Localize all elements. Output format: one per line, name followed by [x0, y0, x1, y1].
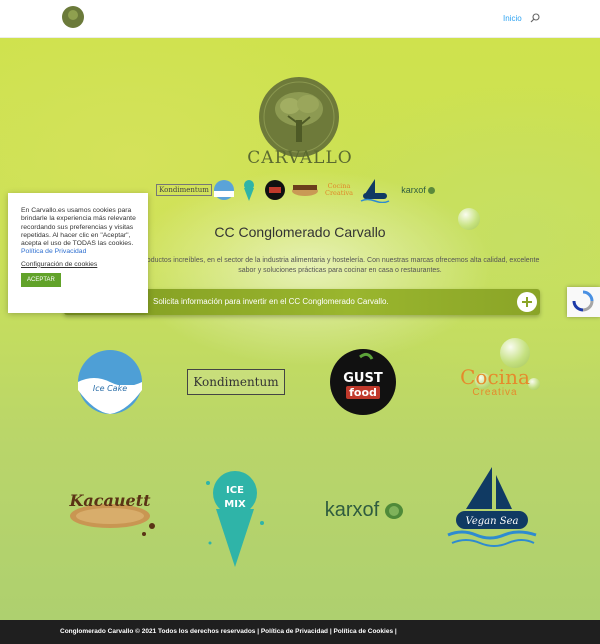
cookie-message: En Carvallo.es usamos cookies para brind… — [21, 207, 136, 248]
ice-cake-logo: Ice Cake — [78, 350, 142, 414]
vegan-sea-logo: Vegan Sea — [447, 467, 537, 547]
brand-name: Carvallo — [247, 148, 353, 168]
brand-tile-gust-food[interactable]: GUST food — [315, 340, 411, 424]
ice-cake-text: Ice Cake — [93, 384, 127, 393]
search-icon[interactable] — [530, 13, 540, 23]
plus-icon[interactable] — [517, 292, 537, 312]
carvallo-tree-logo — [259, 77, 339, 157]
brand-tile-ice-cream-mix[interactable]: ICE MIX — [190, 453, 280, 583]
strip-logo-ice-cream-mix[interactable] — [240, 176, 258, 204]
artichoke-icon — [427, 186, 435, 194]
vegan-sea-text: Vegan Sea — [466, 516, 519, 527]
gust-food-icon — [265, 180, 285, 200]
kondimentum-logo: Kondimentum — [187, 369, 285, 395]
gust-food-logo: GUST food — [330, 349, 396, 415]
brand-tile-vegan-sea[interactable]: Vegan Sea — [440, 458, 544, 558]
strip-logo-gust-food[interactable] — [262, 176, 288, 204]
artichoke-icon — [385, 503, 404, 519]
brand-tile-ice-cake[interactable]: Ice Cake — [62, 340, 158, 424]
ice-cream-mix-logo: ICE MIX — [206, 471, 264, 567]
mix-text: MIX — [224, 499, 246, 510]
site-logo[interactable] — [62, 6, 84, 28]
cookie-consent-banner: En Carvallo.es usamos cookies para brind… — [8, 193, 148, 313]
footer-text: Conglomerado Carvallo © 2021 Todos los d… — [60, 628, 397, 635]
hero-section: Carvallo Kondimentum — [0, 38, 600, 620]
gust-text: GUST — [343, 371, 383, 386]
kacauett-logo: Kacauett — [69, 491, 155, 536]
strip-logo-kacauett[interactable] — [290, 176, 320, 204]
ice-cake-icon — [214, 180, 234, 200]
section-description: productos increíbles, en el sector de la… — [140, 257, 540, 274]
kacauett-text: Kacauett — [69, 491, 152, 510]
strip-logo-karxof[interactable]: karxof — [396, 176, 440, 204]
ice-text: ICE — [226, 485, 244, 496]
site-footer: Conglomerado Carvallo © 2021 Todos los d… — [0, 620, 600, 644]
recaptcha-icon — [572, 290, 594, 312]
strip-logo-kondimentum[interactable]: Kondimentum — [156, 176, 212, 204]
brand-strip: Kondimentum Cocina Creativa karxof — [156, 176, 440, 206]
ice-cream-icon — [244, 180, 254, 201]
site-header: Inicio — [0, 0, 600, 38]
brand-tile-kondimentum[interactable]: Kondimentum — [185, 340, 287, 424]
brand-tile-cocina-creativa[interactable]: Cocina Creativa — [440, 340, 550, 424]
invest-info-label: Solicita información para invertir en el… — [153, 297, 389, 306]
brand-tile-kacauett[interactable]: Kacauett — [58, 468, 162, 552]
recaptcha-badge[interactable] — [567, 287, 600, 317]
karxof-logo: karxof — [325, 499, 405, 522]
strip-logo-ice-cake[interactable] — [212, 176, 236, 204]
strip-logo-vegan-sea[interactable] — [358, 176, 392, 204]
food-text: food — [349, 386, 377, 399]
kacauett-icon — [292, 185, 318, 196]
cocina-creativa-logo: Cocina Creativa — [460, 364, 530, 398]
strip-logo-cocina-creativa[interactable]: Cocina Creativa — [322, 176, 356, 204]
vegan-sea-icon — [360, 179, 390, 203]
privacy-policy-link[interactable]: Política de Privacidad — [21, 248, 86, 255]
brand-tile-karxof[interactable]: karxof — [310, 468, 420, 552]
nav-item-home[interactable]: Inicio — [503, 14, 522, 23]
accept-cookies-button[interactable]: ACEPTAR — [21, 272, 61, 287]
cookie-settings-link[interactable]: Configuración de cookies — [21, 261, 136, 268]
